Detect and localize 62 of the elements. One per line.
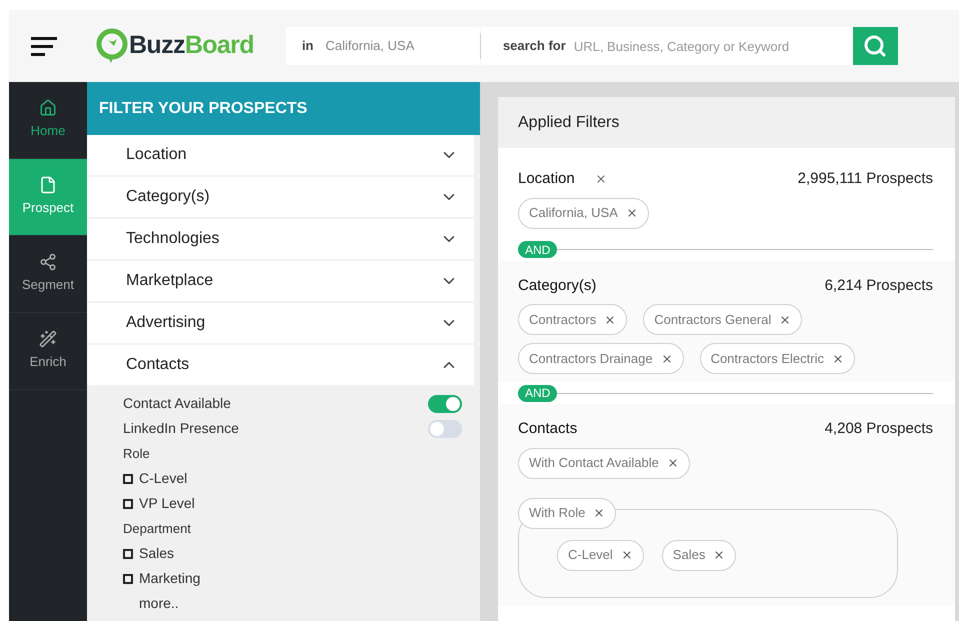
- prospect-count: 4,208 Prospects: [824, 419, 933, 439]
- search-icon: [863, 34, 888, 58]
- toggle-switch[interactable]: [428, 394, 462, 412]
- remove-icon[interactable]: [779, 314, 792, 326]
- filter-chip[interactable]: With Role: [518, 498, 616, 528]
- nav-icon: [39, 176, 57, 194]
- and-badge: AND: [518, 384, 558, 402]
- accordion-header[interactable]: Technologies: [87, 219, 474, 261]
- filter-chip[interactable]: California, USA: [518, 198, 649, 228]
- filter-chip[interactable]: Contractors General: [643, 304, 802, 335]
- remove-icon[interactable]: [660, 352, 673, 364]
- more-link[interactable]: more..: [123, 591, 462, 616]
- nav-icon: [39, 99, 57, 118]
- group-title: Location: [518, 169, 575, 189]
- option-heading: Role: [123, 444, 151, 463]
- group-title: Contacts: [518, 419, 578, 439]
- accordion-header[interactable]: Location: [87, 135, 474, 177]
- remove-icon[interactable]: [604, 314, 616, 326]
- accordion-header[interactable]: Advertising: [87, 303, 474, 345]
- remove-icon[interactable]: [593, 507, 606, 519]
- filter-chip[interactable]: Sales: [662, 540, 736, 570]
- toggle-label: Contact Available: [123, 394, 232, 413]
- remove-icon[interactable]: [666, 457, 679, 469]
- remove-icon[interactable]: [626, 207, 638, 219]
- and-badge: AND: [518, 241, 558, 258]
- panel-title: FILTER YOUR PROSPECTS: [87, 82, 480, 135]
- checkbox[interactable]: [123, 498, 133, 508]
- group-title: Category(s): [518, 276, 596, 296]
- accordion-header[interactable]: Contacts: [87, 345, 474, 387]
- filter-chip[interactable]: C-Level: [557, 540, 644, 570]
- checkbox-option[interactable]: Sales: [123, 541, 462, 566]
- checkbox-option[interactable]: C-Level: [123, 466, 462, 491]
- card-title: Applied Filters: [498, 97, 955, 148]
- menu-icon[interactable]: [31, 35, 57, 57]
- accordion-header[interactable]: Marketplace: [87, 261, 474, 303]
- remove-icon[interactable]: [832, 352, 844, 364]
- remove-icon[interactable]: [620, 549, 633, 561]
- filter-chip[interactable]: Contractors Drainage: [518, 343, 684, 374]
- filter-chip[interactable]: Contractors: [518, 304, 628, 335]
- remove-icon[interactable]: [594, 173, 607, 186]
- remove-icon[interactable]: [713, 549, 726, 561]
- checkbox[interactable]: [123, 474, 133, 484]
- location-field[interactable]: in California, USA: [286, 27, 480, 65]
- prospect-count: 2,995,111 Prospects: [798, 169, 933, 189]
- search-label: search for: [480, 27, 574, 65]
- accordion-header[interactable]: Category(s): [87, 177, 474, 219]
- search-button[interactable]: [852, 27, 898, 65]
- option-heading: Department: [123, 520, 192, 538]
- nav-icon: [39, 253, 57, 272]
- filter-chip[interactable]: Contractors Electric: [700, 343, 855, 374]
- checkbox[interactable]: [123, 574, 133, 584]
- nav-icon: [39, 330, 57, 348]
- checkbox-option[interactable]: Marketing: [123, 566, 462, 591]
- checkbox-option[interactable]: VP Level: [123, 491, 462, 516]
- checkbox[interactable]: [123, 548, 133, 558]
- logo-text: BuzzBoard: [129, 30, 254, 62]
- filter-chip[interactable]: With Contact Available: [518, 448, 690, 478]
- search-field[interactable]: URL, Business, Category or Keyword: [574, 27, 853, 65]
- speech-bubble-icon: [95, 28, 129, 64]
- toggle-label: LinkedIn Presence: [123, 419, 240, 438]
- prospect-count: 6,214 Prospects: [824, 276, 933, 296]
- toggle-switch[interactable]: [428, 420, 462, 438]
